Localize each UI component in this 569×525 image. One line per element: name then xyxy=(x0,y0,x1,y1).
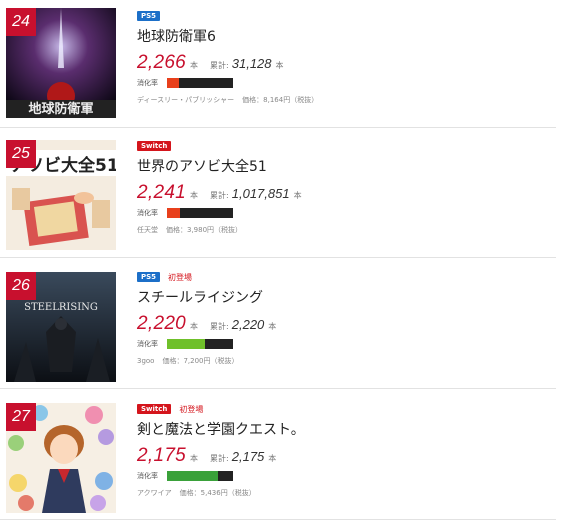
platform-badge: Switch xyxy=(137,404,172,414)
ranking-item[interactable]: アソビ大全51 25 Switch 世界のアソビ大全51 2,241 本 累計:… xyxy=(0,128,556,258)
publisher: アクワイア xyxy=(137,489,172,497)
rank-badge: 27 xyxy=(6,403,36,431)
digest-label: 消化率 xyxy=(137,209,158,217)
total-unit: 本 xyxy=(268,322,277,331)
weekly-sales: 2,241 xyxy=(137,182,187,203)
digest-bar-fill xyxy=(167,471,219,481)
game-title[interactable]: 世界のアソビ大全51 xyxy=(137,156,302,176)
price: 価格：8,164円（税抜） xyxy=(242,96,319,104)
meta: 任天堂 価格：3,980円（税抜） xyxy=(137,225,302,235)
publisher: ディースリー・パブリッシャー xyxy=(137,96,235,104)
price: 価格：3,980円（税抜） xyxy=(166,226,243,234)
game-cover[interactable]: 地球防衛軍 24 xyxy=(6,8,116,118)
tags: Switch xyxy=(137,140,302,152)
sales-unit: 本 xyxy=(190,322,199,331)
item-info: Switch 世界のアソビ大全51 2,241 本 累計: 1,017,851 … xyxy=(137,140,302,235)
platform-badge: PS5 xyxy=(137,272,161,282)
sales-row: 2,241 本 累計: 1,017,851 本 xyxy=(137,182,302,204)
total-sales: 2,220 xyxy=(231,317,265,332)
total-unit: 本 xyxy=(293,191,302,200)
rank-badge: 25 xyxy=(6,140,36,168)
publisher: 3goo xyxy=(137,357,155,365)
rank-badge: 24 xyxy=(6,8,36,36)
debut-label: 初登場 xyxy=(168,272,193,282)
meta: 3goo 価格：7,200円（税抜） xyxy=(137,356,276,366)
digest-row: 消化率 xyxy=(137,338,276,350)
digest-row: 消化率 xyxy=(137,207,302,219)
ranking-item[interactable]: 27 Switch 初登場 剣と魔法と学園クエスト。 2,175 本 累計: 2… xyxy=(0,389,556,520)
ranking-item[interactable]: 地球防衛軍 24 PS5 地球防衛軍6 2,266 本 累計: 31,128 本… xyxy=(0,0,556,128)
digest-bar-fill xyxy=(167,78,179,88)
game-title[interactable]: 地球防衛軍6 xyxy=(137,26,318,46)
digest-bar xyxy=(167,208,233,218)
total-label: 累計: xyxy=(210,454,229,463)
sales-unit: 本 xyxy=(190,454,199,463)
tags: Switch 初登場 xyxy=(137,403,305,415)
game-title[interactable]: 剣と魔法と学園クエスト。 xyxy=(137,419,305,439)
digest-bar-fill xyxy=(167,339,206,349)
game-cover[interactable]: アソビ大全51 25 xyxy=(6,140,116,250)
debut-label: 初登場 xyxy=(179,404,204,414)
sales-unit: 本 xyxy=(190,61,199,70)
tags: PS5 初登場 xyxy=(137,271,276,283)
digest-label: 消化率 xyxy=(137,340,158,348)
ranking-item[interactable]: STEELRISING 26 PS5 初登場 スチールライジング 2,220 本… xyxy=(0,258,556,389)
svg-text:地球防衛軍: 地球防衛軍 xyxy=(28,101,93,117)
game-cover[interactable]: STEELRISING 26 xyxy=(6,272,116,382)
weekly-sales: 2,220 xyxy=(137,313,187,334)
item-info: Switch 初登場 剣と魔法と学園クエスト。 2,175 本 累計: 2,17… xyxy=(137,403,305,498)
total-unit: 本 xyxy=(275,61,284,70)
digest-bar-fill xyxy=(167,208,181,218)
total-label: 累計: xyxy=(210,191,229,200)
digest-label: 消化率 xyxy=(137,79,158,87)
ranking-list: 地球防衛軍 24 PS5 地球防衛軍6 2,266 本 累計: 31,128 本… xyxy=(0,0,569,525)
digest-row: 消化率 xyxy=(137,77,318,89)
digest-bar xyxy=(167,471,233,481)
sales-row: 2,266 本 累計: 31,128 本 xyxy=(137,52,318,74)
sales-row: 2,175 本 累計: 2,175 本 xyxy=(137,445,305,467)
digest-bar xyxy=(167,339,233,349)
item-info: PS5 地球防衛軍6 2,266 本 累計: 31,128 本 消化率 ディース… xyxy=(137,10,318,105)
sales-unit: 本 xyxy=(190,191,199,200)
weekly-sales: 2,175 xyxy=(137,445,187,466)
total-sales: 2,175 xyxy=(231,449,265,464)
game-cover[interactable]: 27 xyxy=(6,403,116,513)
digest-label: 消化率 xyxy=(137,472,158,480)
weekly-sales: 2,266 xyxy=(137,52,187,73)
publisher: 任天堂 xyxy=(137,226,158,234)
tags: PS5 xyxy=(137,10,318,22)
meta: ディースリー・パブリッシャー 価格：8,164円（税抜） xyxy=(137,95,318,105)
game-title[interactable]: スチールライジング xyxy=(137,287,276,307)
meta: アクワイア 価格：5,436円（税抜） xyxy=(137,488,305,498)
price: 価格：7,200円（税抜） xyxy=(162,357,239,365)
total-sales: 1,017,851 xyxy=(231,186,290,201)
rank-badge: 26 xyxy=(6,272,36,300)
price: 価格：5,436円（税抜） xyxy=(179,489,256,497)
total-label: 累計: xyxy=(210,322,229,331)
total-sales: 31,128 xyxy=(231,56,272,71)
item-info: PS5 初登場 スチールライジング 2,220 本 累計: 2,220 本 消化… xyxy=(137,271,276,366)
digest-row: 消化率 xyxy=(137,470,305,482)
svg-text:STEELRISING: STEELRISING xyxy=(24,302,98,313)
platform-badge: PS5 xyxy=(137,11,161,21)
platform-badge: Switch xyxy=(137,141,172,151)
total-label: 累計: xyxy=(210,61,229,70)
sales-row: 2,220 本 累計: 2,220 本 xyxy=(137,313,276,335)
digest-bar xyxy=(167,78,233,88)
total-unit: 本 xyxy=(268,454,277,463)
